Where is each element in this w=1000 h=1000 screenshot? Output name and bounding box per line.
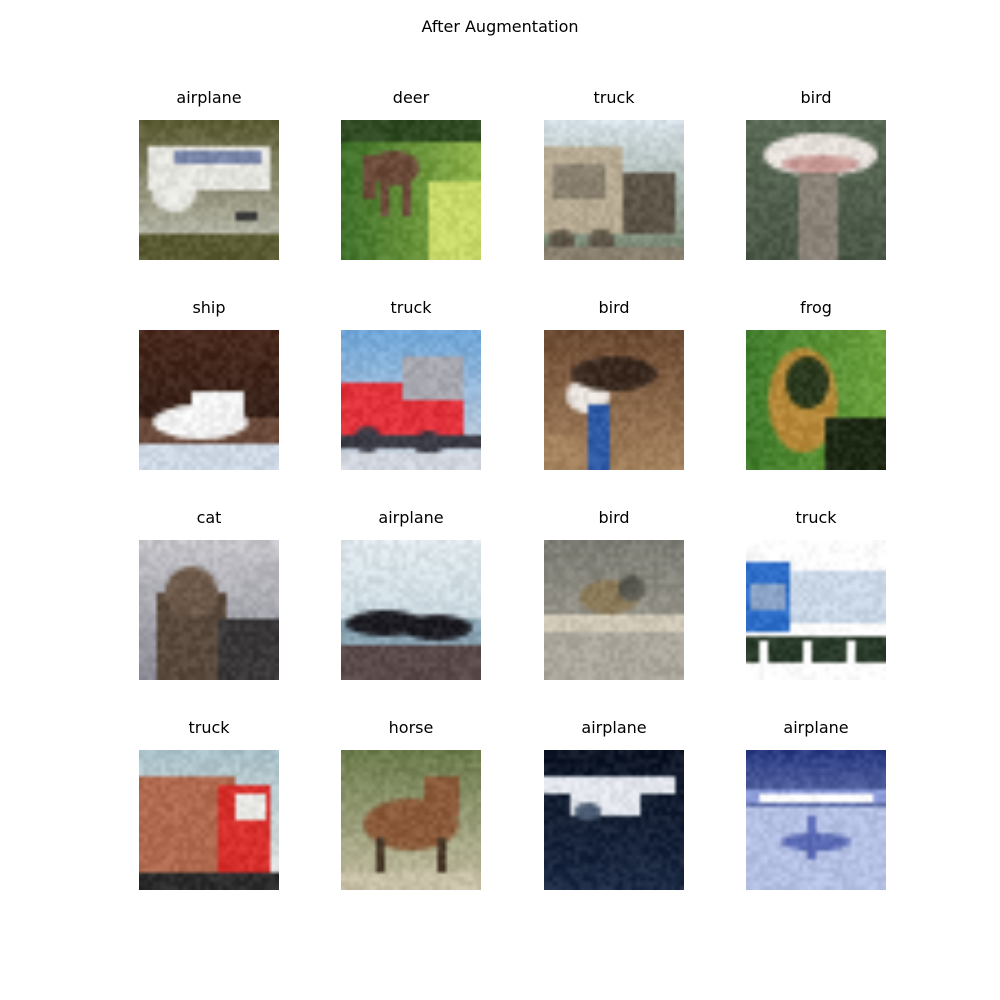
image-label: airplane <box>378 508 444 527</box>
image-cell: airplane <box>746 718 886 890</box>
figure-title: After Augmentation <box>421 17 579 36</box>
image-cell: bird <box>544 508 684 680</box>
image-cell: cat <box>139 508 279 680</box>
image-cell: airplane <box>341 508 481 680</box>
deer-grazing-thumbnail <box>341 120 481 260</box>
image-cell: truck <box>341 298 481 470</box>
image-label: truck <box>593 88 635 107</box>
image-label: deer <box>392 88 430 107</box>
image-cell: truck <box>139 718 279 890</box>
image-cell: ship <box>139 298 279 470</box>
image-cell: bird <box>746 88 886 260</box>
image-label: bird <box>598 508 630 527</box>
horse-thumbnail <box>341 750 481 890</box>
fire-truck-thumbnail <box>341 330 481 470</box>
image-label: cat <box>196 508 222 527</box>
airplane-on-tarmac-thumbnail <box>139 120 279 260</box>
image-cell: airplane <box>544 718 684 890</box>
sparrow-thumbnail <box>544 540 684 680</box>
image-label: airplane <box>176 88 242 107</box>
vintage-truck-thumbnail <box>544 120 684 260</box>
image-label: bird <box>800 88 832 107</box>
white-plane-thumbnail <box>544 750 684 890</box>
blue-bird-thumbnail <box>544 330 684 470</box>
image-label: horse <box>388 718 434 737</box>
plane-silhouette-thumbnail <box>341 540 481 680</box>
ostrich-thumbnail <box>746 120 886 260</box>
boat-thumbnail <box>139 330 279 470</box>
plane-airfield-thumbnail <box>746 750 886 890</box>
image-label: airplane <box>783 718 849 737</box>
image-label: bird <box>598 298 630 317</box>
image-cell: horse <box>341 718 481 890</box>
blue-semi-truck-thumbnail <box>746 540 886 680</box>
image-cell: truck <box>746 508 886 680</box>
image-cell: bird <box>544 298 684 470</box>
image-label: truck <box>390 298 432 317</box>
image-label: truck <box>795 508 837 527</box>
red-truck-thumbnail <box>139 750 279 890</box>
image-label: airplane <box>581 718 647 737</box>
image-cell: airplane <box>139 88 279 260</box>
image-cell: frog <box>746 298 886 470</box>
image-cell: truck <box>544 88 684 260</box>
image-label: truck <box>188 718 230 737</box>
image-cell: deer <box>341 88 481 260</box>
image-label: frog <box>800 298 832 317</box>
cat-thumbnail <box>139 540 279 680</box>
image-label: ship <box>192 298 226 317</box>
frog-thumbnail <box>746 330 886 470</box>
